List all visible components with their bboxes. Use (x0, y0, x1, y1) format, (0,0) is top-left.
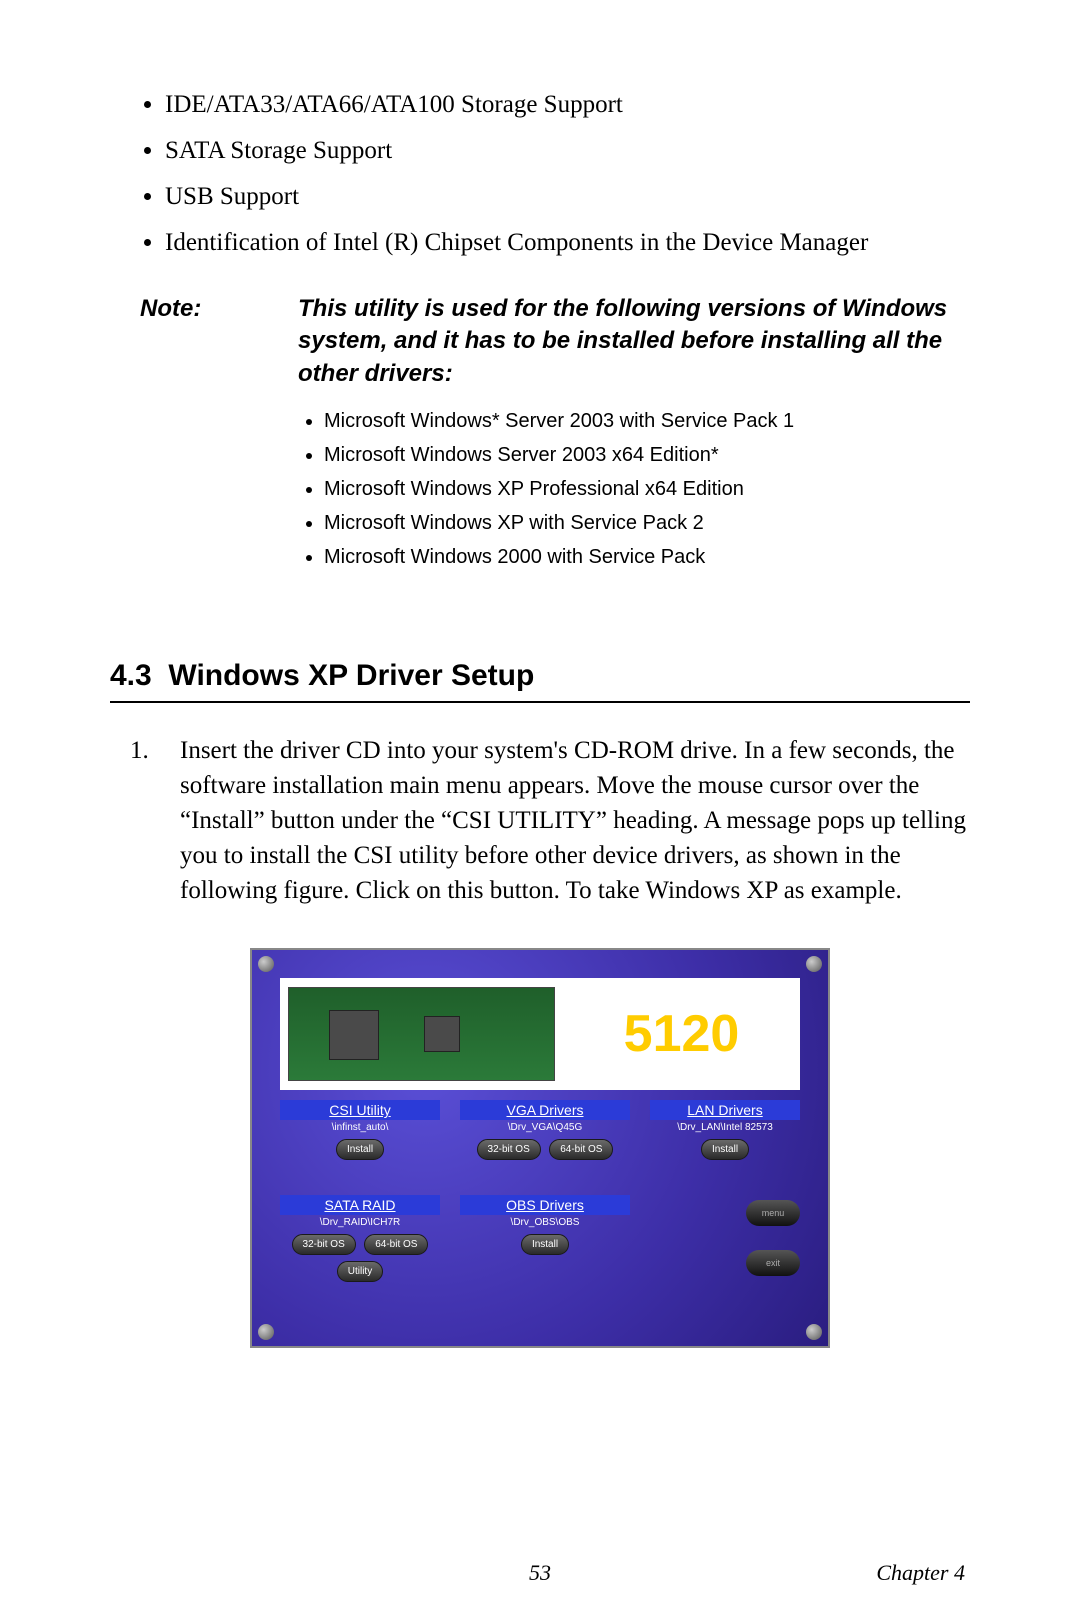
note-items: Microsoft Windows* Server 2003 with Serv… (298, 404, 970, 574)
feature-list: IDE/ATA33/ATA66/ATA100 Storage Support S… (110, 85, 970, 263)
section-lan: LAN Drivers \Drv_LAN\Intel 82573 Install (650, 1100, 800, 1160)
list-item: Microsoft Windows XP Professional x64 Ed… (324, 472, 970, 506)
screw-icon (806, 1324, 822, 1340)
section-title: VGA Drivers (460, 1100, 630, 1120)
note-body: This utility is used for the following v… (298, 293, 970, 390)
install-button[interactable]: Install (701, 1139, 749, 1160)
menu-button[interactable]: menu (746, 1200, 800, 1226)
motherboard-image (288, 987, 555, 1081)
section-title: CSI Utility (280, 1100, 440, 1120)
utility-button[interactable]: Utility (337, 1261, 383, 1282)
os64-button[interactable]: 64-bit OS (364, 1234, 428, 1255)
list-item: Microsoft Windows XP with Service Pack 2 (324, 506, 970, 540)
list-item: Microsoft Windows* Server 2003 with Serv… (324, 404, 970, 438)
section-obs: OBS Drivers \Drv_OBS\OBS Install (460, 1195, 630, 1255)
section-vga: VGA Drivers \Drv_VGA\Q45G 32-bit OS 64-b… (460, 1100, 630, 1160)
section-title: LAN Drivers (650, 1100, 800, 1120)
section-heading: 4.3 Windows XP Driver Setup (110, 659, 970, 703)
chapter-label: Chapter 4 (876, 1560, 965, 1586)
section-sata: SATA RAID \Drv_RAID\ICH7R 32-bit OS 64-b… (280, 1195, 440, 1282)
os64-button[interactable]: 64-bit OS (549, 1139, 613, 1160)
section-number: 4.3 (110, 659, 152, 692)
section-csi: CSI Utility \infinst_auto\ Install (280, 1100, 440, 1160)
section-title: OBS Drivers (460, 1195, 630, 1215)
install-button[interactable]: Install (521, 1234, 569, 1255)
installer-screenshot: 5120 CSI Utility \infinst_auto\ Install … (250, 948, 830, 1348)
section-path: \Drv_RAID\ICH7R (280, 1217, 440, 1228)
list-item: Microsoft Windows 2000 with Service Pack (324, 540, 970, 574)
list-item: SATA Storage Support (165, 131, 970, 171)
section-path: \Drv_LAN\Intel 82573 (650, 1122, 800, 1133)
list-item: Identification of Intel (R) Chipset Comp… (165, 223, 970, 263)
step-number: 1. (110, 733, 180, 908)
page-number: 53 (529, 1560, 551, 1586)
screw-icon (806, 956, 822, 972)
step-1: 1. Insert the driver CD into your system… (110, 733, 970, 908)
section-path: \Drv_VGA\Q45G (460, 1122, 630, 1133)
list-item: IDE/ATA33/ATA66/ATA100 Storage Support (165, 85, 970, 125)
section-title: SATA RAID (280, 1195, 440, 1215)
product-number: 5120 (563, 1004, 800, 1064)
screw-icon (258, 956, 274, 972)
list-item: USB Support (165, 177, 970, 217)
section-path: \infinst_auto\ (280, 1122, 440, 1133)
note-label: Note: (140, 293, 298, 390)
os32-button[interactable]: 32-bit OS (292, 1234, 356, 1255)
list-item: Microsoft Windows Server 2003 x64 Editio… (324, 438, 970, 472)
install-button[interactable]: Install (336, 1139, 384, 1160)
note-block: Note: This utility is used for the follo… (140, 293, 970, 574)
os32-button[interactable]: 32-bit OS (477, 1139, 541, 1160)
section-path: \Drv_OBS\OBS (460, 1217, 630, 1228)
step-text: Insert the driver CD into your system's … (180, 733, 970, 908)
installer-header: 5120 (280, 978, 800, 1090)
section-title: Windows XP Driver Setup (168, 659, 534, 692)
exit-button[interactable]: exit (746, 1250, 800, 1276)
screw-icon (258, 1324, 274, 1340)
